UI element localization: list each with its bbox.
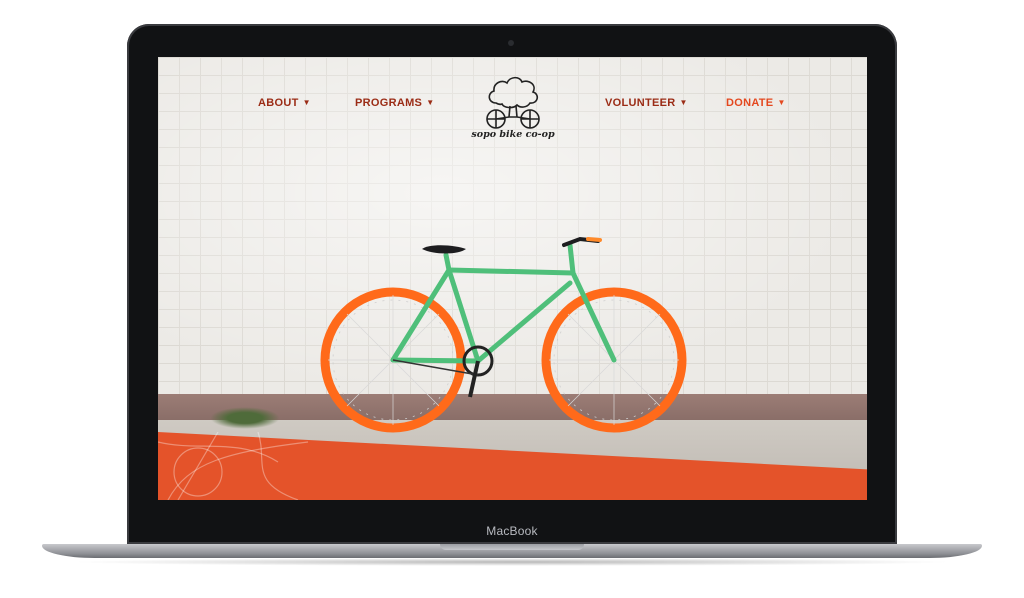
nav-about[interactable]: ABOUT ▼ (258, 97, 311, 109)
laptop-opening-notch (440, 544, 584, 550)
hero-bicycle-image (320, 236, 687, 433)
chevron-down-icon: ▼ (679, 97, 688, 107)
weeds (210, 407, 280, 429)
bike-saddle (422, 245, 466, 254)
wheel-spokes (328, 295, 679, 425)
webcam-icon (508, 40, 514, 46)
nav-volunteer-label: VOLUNTEER (605, 97, 676, 109)
chevron-down-icon: ▼ (777, 97, 786, 107)
nav-volunteer[interactable]: VOLUNTEER ▼ (605, 97, 688, 109)
nav-donate-label: DONATE (726, 97, 774, 109)
chevron-down-icon: ▼ (302, 97, 311, 107)
website-screen: ABOUT ▼ PROGRAMS ▼ sopo bike co-op VOLUN… (158, 57, 867, 500)
device-brand-label: MacBook (486, 524, 538, 538)
nav-programs[interactable]: PROGRAMS ▼ (355, 97, 434, 109)
chevron-down-icon: ▼ (426, 97, 435, 107)
site-navigation: ABOUT ▼ PROGRAMS ▼ sopo bike co-op VOLUN… (158, 57, 867, 157)
nav-about-label: ABOUT (258, 97, 299, 109)
laptop-shadow (70, 558, 954, 566)
banner-decoration (158, 432, 309, 500)
nav-programs-label: PROGRAMS (355, 97, 423, 109)
logo-wordmark: sopo bike co-op (471, 129, 555, 140)
bike-tree-logo-icon (486, 76, 540, 129)
crank-arm (468, 360, 480, 398)
site-logo[interactable]: sopo bike co-op (471, 73, 555, 153)
nav-donate[interactable]: DONATE ▼ (726, 97, 786, 109)
handlebar-grip (586, 237, 602, 242)
